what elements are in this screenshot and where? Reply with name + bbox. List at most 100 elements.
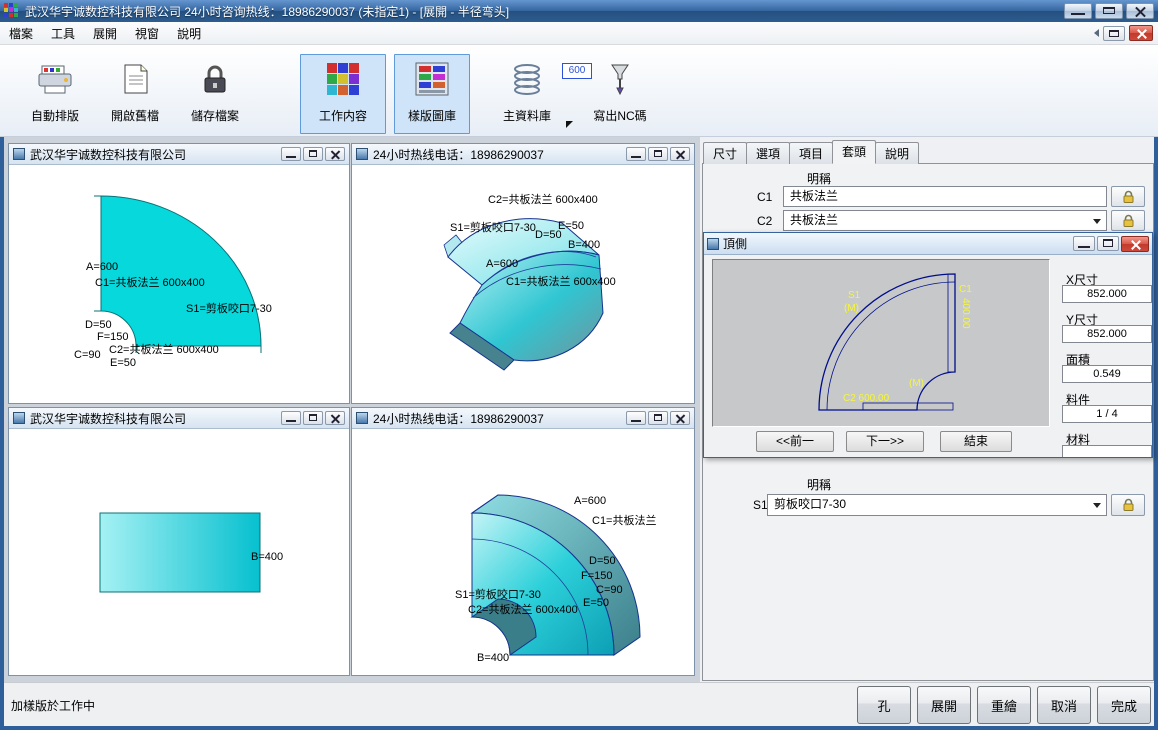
- close-button[interactable]: [670, 147, 690, 161]
- main-database-button[interactable]: 主資料庫: [487, 54, 567, 134]
- viewport-title: 武汉华宇诚数控科技有限公司: [30, 146, 279, 163]
- c1-flange-combobox[interactable]: 共板法兰: [783, 186, 1107, 207]
- minimize-button[interactable]: [1064, 3, 1092, 19]
- x-size-field[interactable]: 852.000: [1062, 285, 1152, 303]
- drawing-area[interactable]: A=600 C1=共板法兰 D=50 F=150 C=90 E=50 S1=剪板…: [352, 429, 694, 675]
- auto-nest-button[interactable]: 自動排版: [15, 54, 95, 134]
- document-icon: [13, 412, 25, 424]
- tab-notes[interactable]: 說明: [875, 142, 919, 164]
- dim-label: D=50: [85, 319, 112, 331]
- mdi-child-controls: [1094, 25, 1158, 41]
- dim-label: C2=共板法兰 600x400: [468, 604, 578, 616]
- chevron-down-icon: [1093, 219, 1101, 224]
- dim-label: S1=剪板咬口7-30: [455, 589, 541, 601]
- document-icon: [356, 412, 368, 424]
- maximize-button[interactable]: [648, 147, 668, 161]
- save-file-button[interactable]: 儲存檔案: [175, 54, 255, 134]
- mdi-close-button[interactable]: [1129, 25, 1153, 41]
- next-button[interactable]: 下一>>: [846, 431, 924, 452]
- dim-label: A=600: [486, 258, 518, 270]
- minimize-icon: [1071, 13, 1085, 15]
- viewport-titlebar[interactable]: 武汉华宇诚数控科技有限公司: [9, 408, 349, 429]
- previous-button[interactable]: <<前一: [756, 431, 834, 452]
- s1-seam-combobox[interactable]: 剪板咬口7-30: [767, 494, 1107, 516]
- mdi-restore-button[interactable]: [1103, 26, 1125, 41]
- toolbar-label: 寫出NC碼: [593, 107, 646, 124]
- statusbar: 加樣版於工作中 孔 展開 重繪 取消 完成: [4, 682, 1154, 726]
- preview-canvas[interactable]: S1 (M) C1 400.00 (M) C2 600.00: [712, 259, 1050, 427]
- redraw-button[interactable]: 重繪: [977, 686, 1031, 724]
- auto-nest-icon: [37, 62, 73, 99]
- minimize-icon: [286, 420, 296, 422]
- menu-window[interactable]: 視窗: [126, 22, 168, 45]
- complete-button[interactable]: 完成: [1097, 686, 1151, 724]
- viewport-titlebar[interactable]: 武汉华宇诚数控科技有限公司: [9, 144, 349, 165]
- dim-label: B=400: [251, 551, 283, 563]
- unfold-button[interactable]: 展開: [917, 686, 971, 724]
- viewport-window-top-left[interactable]: 武汉华宇诚数控科技有限公司 A=600 C1=共板法兰 600x400 S1=剪…: [8, 143, 350, 404]
- tab-dimensions[interactable]: 尺寸: [703, 142, 747, 164]
- minimize-button[interactable]: [1073, 236, 1095, 251]
- maximize-button[interactable]: [303, 147, 323, 161]
- maximize-button[interactable]: [303, 411, 323, 425]
- titlebar[interactable]: 武汉华宇诚数控科技有限公司 24小时咨询热线：18986290037 (未指定1…: [0, 0, 1158, 22]
- lock-icon: [1122, 498, 1135, 512]
- minimize-button[interactable]: [626, 411, 646, 425]
- c1-lock-button[interactable]: [1111, 186, 1145, 207]
- template-library-icon: [415, 62, 449, 99]
- document-icon: [13, 148, 25, 160]
- y-size-field[interactable]: 852.000: [1062, 325, 1152, 343]
- viewport-titlebar[interactable]: 24小时热线电话：18986290037: [352, 144, 694, 165]
- maximize-icon: [309, 150, 317, 157]
- material-field[interactable]: [1062, 445, 1152, 458]
- menu-unfold[interactable]: 展開: [84, 22, 126, 45]
- close-button[interactable]: [1126, 3, 1154, 19]
- maximize-button[interactable]: [1097, 236, 1119, 251]
- viewport-window-bottom-right[interactable]: 24小时热线电话：18986290037 A=600 C1=共板法兰 D=50 …: [351, 407, 695, 676]
- lock-icon: [1122, 214, 1135, 228]
- menu-file[interactable]: 檔案: [0, 22, 42, 45]
- part-count-field[interactable]: 1 / 4: [1062, 405, 1152, 423]
- hole-button[interactable]: 孔: [857, 686, 911, 724]
- viewport-titlebar[interactable]: 24小时热线电话：18986290037: [352, 408, 694, 429]
- close-button[interactable]: [1121, 236, 1149, 252]
- menu-help[interactable]: 說明: [168, 22, 210, 45]
- maximize-button[interactable]: [648, 411, 668, 425]
- minimize-icon: [631, 420, 641, 422]
- finish-button[interactable]: 結束: [940, 431, 1012, 452]
- drawing-area[interactable]: B=400: [9, 429, 349, 675]
- scroll-left-icon: [1094, 29, 1099, 37]
- minimize-button[interactable]: [626, 147, 646, 161]
- dialog-title: 頂側: [723, 235, 1071, 252]
- minimize-button[interactable]: [281, 411, 301, 425]
- tab-connections[interactable]: 套頭: [832, 140, 876, 164]
- open-file-button[interactable]: 開啟舊檔: [95, 54, 175, 134]
- maximize-button[interactable]: [1095, 3, 1123, 19]
- maximize-icon: [1103, 239, 1113, 247]
- dim-label: C2=共板法兰 600x400: [109, 344, 219, 356]
- template-library-button[interactable]: 樣版圖庫: [394, 54, 470, 134]
- close-button[interactable]: [325, 411, 345, 425]
- top-side-dialog[interactable]: 頂側 S1 (M) C1 400.00 (M) C2 600.00 <<前一 下…: [703, 232, 1153, 458]
- work-content-button[interactable]: 工作内容: [300, 54, 386, 134]
- lock-icon: [1122, 190, 1135, 204]
- close-button[interactable]: [670, 411, 690, 425]
- menu-tools[interactable]: 工具: [42, 22, 84, 45]
- drawing-area[interactable]: A=600 C1=共板法兰 600x400 S1=剪板咬口7-30 D=50 F…: [9, 165, 349, 403]
- minimize-button[interactable]: [281, 147, 301, 161]
- tab-items[interactable]: 項目: [789, 142, 833, 164]
- maximize-icon: [654, 414, 662, 421]
- viewport-window-top-right[interactable]: 24小时热线电话：18986290037 C2=共板法兰 600x400 S1=…: [351, 143, 695, 404]
- c2-flange-combobox[interactable]: 共板法兰: [783, 210, 1107, 231]
- c2-lock-button[interactable]: [1111, 210, 1145, 231]
- dialog-titlebar[interactable]: 頂側: [704, 233, 1152, 255]
- dim-label: D=50: [535, 229, 562, 241]
- area-field[interactable]: 0.549: [1062, 365, 1152, 383]
- drawing-area[interactable]: C2=共板法兰 600x400 S1=剪板咬口7-30 E=50 D=50 B=…: [352, 165, 694, 403]
- cancel-button[interactable]: 取消: [1037, 686, 1091, 724]
- s1-lock-button[interactable]: [1111, 494, 1145, 516]
- close-button[interactable]: [325, 147, 345, 161]
- tab-options[interactable]: 選項: [746, 142, 790, 164]
- dim-label: C1=共板法兰 600x400: [506, 276, 616, 288]
- viewport-window-bottom-left[interactable]: 武汉华宇诚数控科技有限公司 B=400: [8, 407, 350, 676]
